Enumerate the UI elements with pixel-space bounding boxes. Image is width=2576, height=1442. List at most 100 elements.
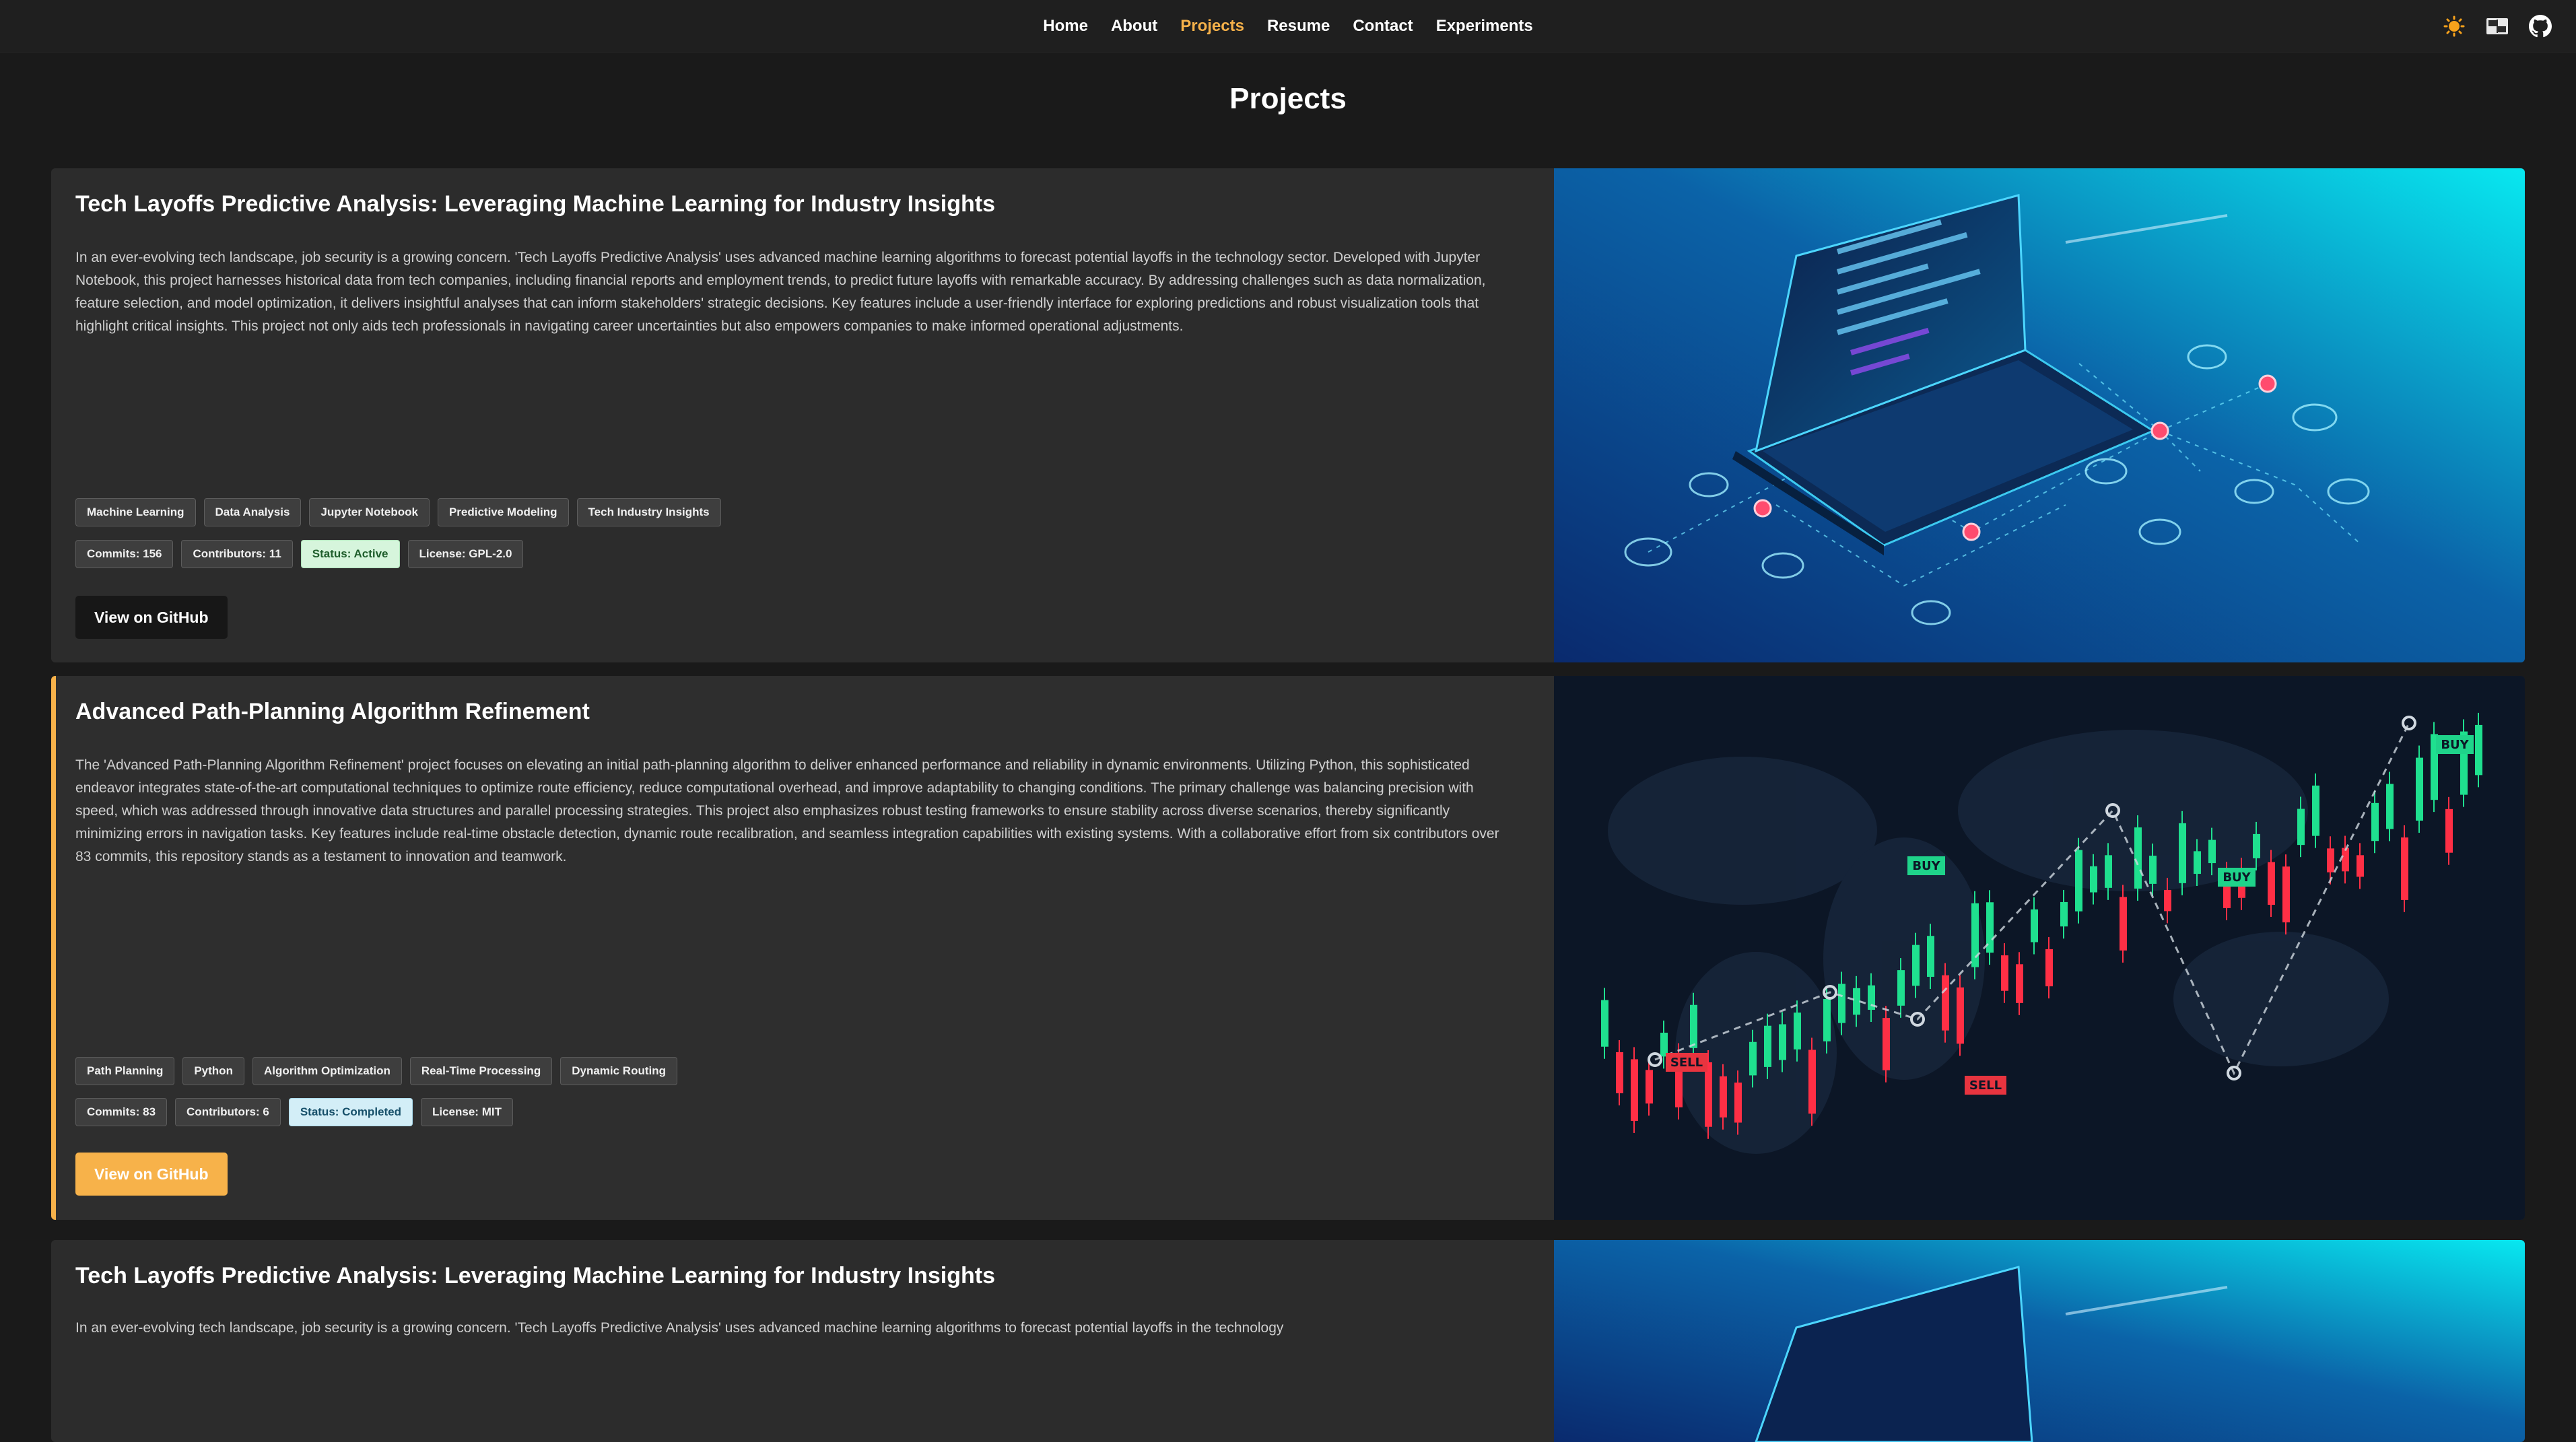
project-card: Advanced Path-Planning Algorithm Refinem… (51, 676, 2525, 1220)
candle-body (1823, 998, 1831, 1041)
contributors-badge: Contributors: 11 (181, 540, 293, 568)
project-description: In an ever-evolving tech landscape, job … (75, 1320, 1284, 1336)
laptop-network-illustration (1554, 168, 2525, 662)
candle-body (2401, 837, 2408, 900)
candle-body (2164, 889, 2171, 912)
candle-body (2031, 909, 2038, 942)
candle-body (1631, 1059, 1638, 1121)
project-card-body: Tech Layoffs Predictive Analysis: Levera… (75, 168, 1536, 662)
candle-body (1764, 1025, 1771, 1067)
language-icon[interactable] (2486, 15, 2509, 38)
sell-label: SELL (1670, 1056, 1703, 1070)
project-card-body: Tech Layoffs Predictive Analysis: Levera… (75, 1240, 1536, 1442)
candle-body (2342, 848, 2349, 872)
candle-body (2045, 949, 2053, 987)
candle-body (2282, 866, 2290, 923)
project-tags: Machine Learning Data Analysis Jupyter N… (75, 498, 721, 526)
candle-body (2120, 897, 2127, 951)
candle-body (1720, 1076, 1727, 1118)
candle-body (2179, 823, 2186, 883)
candle-body (2445, 809, 2453, 853)
buy-label: BUY (2223, 870, 2251, 885)
nav-experiments[interactable]: Experiments (1436, 17, 1533, 36)
candle-body (1942, 975, 1949, 1031)
candle-body (2001, 955, 2008, 991)
candle-body (1853, 988, 1860, 1015)
candle-body (1912, 945, 1920, 986)
candle-body (1957, 987, 1964, 1044)
candle-body (2105, 855, 2112, 888)
project-tags: Path Planning Python Algorithm Optimizat… (75, 1057, 678, 1085)
candle-body (1838, 984, 1845, 1023)
laptop-network-illustration (1554, 1240, 2525, 1442)
commits-badge: Commits: 83 (75, 1098, 168, 1126)
candle-body (1734, 1083, 1742, 1123)
project-card-body: Advanced Path-Planning Algorithm Refinem… (75, 676, 1536, 1220)
buy-label: BUY (1912, 859, 1940, 873)
project-title: Tech Layoffs Predictive Analysis: Levera… (75, 191, 995, 217)
candle-body (2075, 850, 2082, 912)
candle-body (1927, 936, 1934, 977)
trading-candlestick-illustration: BUY BUY BUY SELL SELL (1554, 676, 2525, 1220)
project-stats: Commits: 156 Contributors: 11 Status: Ac… (75, 540, 524, 568)
candle-body (2253, 833, 2260, 858)
candle-body (1897, 970, 1905, 1006)
candle-body (2016, 964, 2023, 1003)
nav-about[interactable]: About (1111, 17, 1157, 36)
project-description: In an ever-evolving tech landscape, job … (75, 250, 1486, 334)
candle-body (2060, 901, 2068, 927)
candle-body (1690, 1004, 1697, 1048)
candle-body (1971, 903, 1979, 967)
tag: Dynamic Routing (560, 1057, 678, 1085)
candle-body (2297, 809, 2305, 846)
candle-body (2268, 862, 2275, 905)
candle-body (2475, 724, 2482, 776)
project-card: Tech Layoffs Predictive Analysis: Levera… (51, 1240, 2525, 1442)
view-on-github-button[interactable]: View on GitHub (75, 1153, 228, 1196)
project-description: The 'Advanced Path-Planning Algorithm Re… (75, 757, 1499, 864)
buy-label: BUY (2441, 738, 2469, 752)
view-on-github-button[interactable]: View on GitHub (75, 596, 228, 639)
project-stats: Commits: 83 Contributors: 6 Status: Comp… (75, 1098, 513, 1126)
sun-icon[interactable] (2443, 15, 2466, 38)
candle-body (2208, 839, 2216, 864)
nav-actions (2443, 0, 2552, 53)
candle-body (1779, 1024, 1786, 1060)
github-icon[interactable] (2529, 15, 2552, 38)
candle-body (2357, 855, 2364, 877)
tag: Machine Learning (75, 498, 196, 526)
license-badge: License: GPL-2.0 (407, 540, 524, 568)
top-navbar: Home About Projects Resume Contact Exper… (0, 0, 2576, 53)
nav-contact[interactable]: Contact (1353, 17, 1413, 36)
project-title: Advanced Path-Planning Algorithm Refinem… (75, 699, 590, 724)
tag: Algorithm Optimization (252, 1057, 402, 1085)
candle-body (2149, 856, 2157, 884)
nav-resume[interactable]: Resume (1267, 17, 1330, 36)
candle-body (1705, 1062, 1712, 1127)
tag: Data Analysis (203, 498, 302, 526)
candle-body (1808, 1050, 1816, 1114)
candle-body (2312, 785, 2319, 836)
candle-body (1749, 1041, 1757, 1076)
status-badge: Status: Completed (288, 1098, 413, 1126)
candle-body (1601, 1000, 1608, 1047)
tag: Path Planning (75, 1057, 175, 1085)
project-title: Tech Layoffs Predictive Analysis: Levera… (75, 1263, 995, 1289)
tag: Python (182, 1057, 244, 1085)
license-badge: License: MIT (421, 1098, 513, 1126)
status-badge: Status: Active (300, 540, 400, 568)
candle-body (2194, 851, 2201, 874)
candle-body (1616, 1052, 1623, 1093)
candle-body (1883, 1018, 1890, 1070)
commits-badge: Commits: 156 (75, 540, 174, 568)
sell-label: SELL (1969, 1078, 2002, 1093)
candle-body (2327, 848, 2334, 872)
candle-body (2416, 757, 2423, 821)
nav-links: Home About Projects Resume Contact Exper… (0, 0, 2576, 53)
candle-body (1794, 1012, 1801, 1050)
nav-home[interactable]: Home (1043, 17, 1088, 36)
tag: Real-Time Processing (409, 1057, 553, 1085)
nav-projects[interactable]: Projects (1180, 17, 1244, 36)
page-title: Projects (1229, 82, 1347, 115)
contributors-badge: Contributors: 6 (175, 1098, 281, 1126)
